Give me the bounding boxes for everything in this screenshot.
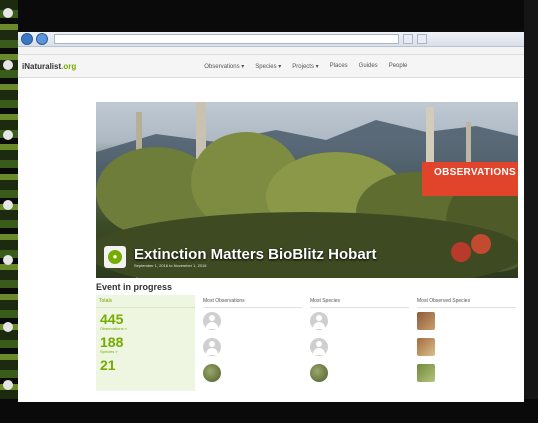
stats-panels: Totals 445 Observations » 188 Species » … <box>96 295 516 391</box>
list-item[interactable] <box>310 334 409 360</box>
frame-dot <box>3 60 13 70</box>
frame-dot <box>3 380 13 390</box>
list-item[interactable] <box>417 334 516 360</box>
avatar <box>310 338 328 356</box>
species-link[interactable]: Species » <box>100 349 195 354</box>
frame-dot <box>3 8 13 18</box>
observations-badge[interactable]: OBSERVATIONS <box>422 162 518 196</box>
observations-badge-label: OBSERVATIONS <box>434 167 516 178</box>
project-icon: ● <box>104 246 126 268</box>
logo-suffix: .org <box>61 61 77 71</box>
event-status: Event in progress <box>96 282 173 292</box>
logo-text: iNaturalist <box>22 61 62 71</box>
photo-frame-top <box>0 0 538 30</box>
most-observations-column: Most Observations <box>203 295 302 391</box>
photo-frame-left <box>0 0 18 423</box>
project-page: OBSERVATIONS ● Extinction Matters BioBli… <box>96 92 518 391</box>
most-observed-species-header: Most Observed Species <box>417 295 516 308</box>
project-banner: OBSERVATIONS ● Extinction Matters BioBli… <box>96 102 518 278</box>
totals-header: Totals <box>96 295 195 308</box>
species-thumbnail <box>417 312 435 330</box>
browser-window: iNaturalist.org Observations ▾ Species ▾… <box>18 32 524 402</box>
frame-dot <box>3 255 13 265</box>
avatar <box>310 364 328 382</box>
species-thumbnail <box>417 364 435 382</box>
back-icon[interactable] <box>21 33 33 45</box>
nav-projects[interactable]: Projects ▾ <box>292 63 318 70</box>
nav-species[interactable]: Species ▾ <box>255 63 281 70</box>
breadcrumb <box>96 92 516 102</box>
most-species-column: Most Species <box>310 295 409 391</box>
species-thumbnail <box>417 338 435 356</box>
leaf-icon: ● <box>108 250 122 264</box>
avatar <box>203 338 221 356</box>
list-item[interactable] <box>203 334 302 360</box>
most-observations-header: Most Observations <box>203 295 302 308</box>
list-item[interactable] <box>203 308 302 334</box>
browser-tab[interactable] <box>403 34 413 44</box>
site-logo[interactable]: iNaturalist.org <box>22 62 76 71</box>
list-item[interactable] <box>310 308 409 334</box>
most-observed-species-column: Most Observed Species <box>417 295 516 391</box>
project-title: Extinction Matters BioBlitz Hobart <box>134 246 377 263</box>
species-count[interactable]: 188 <box>100 335 195 349</box>
project-title-block: ● Extinction Matters BioBlitz Hobart Sep… <box>104 246 377 268</box>
project-dates: September 1, 2016 to November 1, 2016 <box>134 263 207 268</box>
people-count[interactable]: 21 <box>100 358 195 372</box>
frame-dot <box>3 322 13 332</box>
frame-dot <box>3 130 13 140</box>
nav-people[interactable]: People <box>389 63 408 70</box>
browser-menu-bar <box>18 47 524 55</box>
frame-dot <box>3 200 13 210</box>
observations-count[interactable]: 445 <box>100 312 195 326</box>
browser-tab[interactable] <box>417 34 427 44</box>
nav-guides[interactable]: Guides <box>359 63 378 70</box>
list-item[interactable] <box>417 360 516 386</box>
list-item[interactable] <box>417 308 516 334</box>
nav-observations[interactable]: Observations ▾ <box>204 63 244 70</box>
avatar <box>310 312 328 330</box>
most-species-header: Most Species <box>310 295 409 308</box>
browser-toolbar <box>18 32 524 47</box>
photo-frame-right <box>524 0 538 423</box>
address-bar[interactable] <box>54 34 399 44</box>
observations-link[interactable]: Observations » <box>100 326 195 331</box>
site-header: iNaturalist.org Observations ▾ Species ▾… <box>18 55 524 78</box>
forward-icon[interactable] <box>36 33 48 45</box>
photo-frame-bottom <box>0 399 538 423</box>
avatar <box>203 364 221 382</box>
main-nav: Observations ▾ Species ▾ Projects ▾ Plac… <box>204 63 418 70</box>
nav-places[interactable]: Places <box>330 63 348 70</box>
list-item[interactable] <box>203 360 302 386</box>
totals-panel: Totals 445 Observations » 188 Species » … <box>96 295 195 391</box>
avatar <box>203 312 221 330</box>
list-item[interactable] <box>310 360 409 386</box>
